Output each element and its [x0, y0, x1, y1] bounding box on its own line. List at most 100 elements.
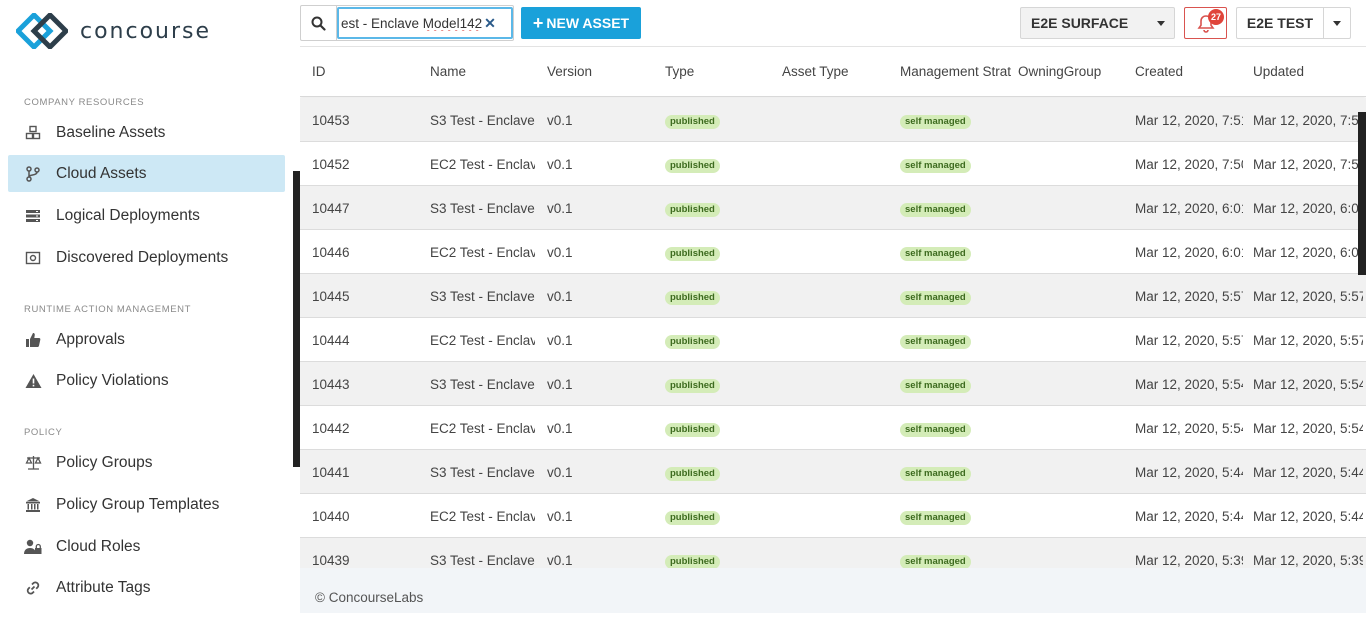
table-row[interactable]: 10443 S3 Test - Enclave M v0.1 published sel…	[300, 362, 1366, 406]
management-badge: self managed	[900, 247, 971, 261]
cell-version: v0.1	[547, 509, 573, 524]
column-header-type[interactable]: Type	[665, 64, 694, 79]
column-header-name[interactable]: Name	[430, 64, 466, 79]
management-badge: self managed	[900, 379, 971, 393]
sidebar-item-policy-violations[interactable]: Policy Violations	[8, 362, 285, 399]
cell-created: Mar 12, 2020, 6:01	[1135, 201, 1243, 216]
cell-created: Mar 12, 2020, 5:57	[1135, 289, 1243, 304]
sidebar-item-cloud-roles[interactable]: Cloud Roles	[8, 528, 285, 565]
cell-created: Mar 12, 2020, 6:01	[1135, 245, 1243, 260]
thumbs-up-icon	[24, 331, 42, 349]
plus-icon: +	[532, 12, 544, 33]
cell-version: v0.1	[547, 465, 573, 480]
management-badge: self managed	[900, 511, 971, 525]
new-asset-label: NEW ASSET	[546, 15, 630, 31]
chevron-down-icon	[1157, 21, 1165, 26]
column-header-created[interactable]: Created	[1135, 64, 1183, 79]
table-row[interactable]: 10446 EC2 Test - Enclave v0.1 published self…	[300, 230, 1366, 274]
cell-name[interactable]: EC2 Test - Enclave	[430, 333, 535, 348]
cell-updated: Mar 12, 2020, 5:54	[1253, 421, 1363, 436]
user-lock-icon	[24, 538, 42, 556]
cubes-icon	[24, 124, 42, 142]
table-row[interactable]: 10447 S3 Test - Enclave M v0.1 published sel…	[300, 186, 1366, 230]
type-badge: published	[665, 555, 720, 568]
cell-created: Mar 12, 2020, 5:39	[1135, 553, 1243, 568]
column-header-version[interactable]: Version	[547, 64, 592, 79]
table-row[interactable]: 10453 S3 Test - Enclave M v0.1 published sel…	[300, 98, 1366, 142]
type-badge: published	[665, 115, 720, 129]
column-header-asset-type[interactable]: Asset Type	[782, 64, 849, 79]
cell-name[interactable]: S3 Test - Enclave M	[430, 465, 535, 480]
surface-dropdown[interactable]: E2E SURFACE	[1020, 7, 1175, 39]
sidebar: concourse COMPANY RESOURCES Baseline Ass…	[0, 0, 300, 613]
type-badge: published	[665, 203, 720, 217]
cell-name[interactable]: EC2 Test - Enclave	[430, 245, 535, 260]
table-scrollbar[interactable]	[1358, 112, 1366, 275]
concourse-logo-icon	[16, 13, 68, 49]
cell-version: v0.1	[547, 553, 573, 568]
cell-name[interactable]: EC2 Test - Enclave	[430, 509, 535, 524]
sidebar-item-baseline-assets[interactable]: Baseline Assets	[8, 114, 285, 151]
clear-search-icon[interactable]: ✕	[484, 15, 496, 32]
brand-logo[interactable]: concourse	[16, 12, 211, 50]
table-header: ID Name Version Type Asset Type Manageme…	[300, 47, 1366, 97]
user-menu[interactable]: E2E TEST	[1236, 7, 1351, 39]
cell-version: v0.1	[547, 113, 573, 128]
cell-created: Mar 12, 2020, 7:50	[1135, 157, 1243, 172]
new-asset-button[interactable]: + NEW ASSET	[521, 7, 641, 39]
sidebar-item-policy-groups[interactable]: Policy Groups	[8, 444, 285, 481]
section-title-runtime-action-management: RUNTIME ACTION MANAGEMENT	[24, 304, 192, 315]
column-header-id[interactable]: ID	[312, 64, 326, 79]
table-row[interactable]: 10444 EC2 Test - Enclave v0.1 published self…	[300, 318, 1366, 362]
cell-version: v0.1	[547, 245, 573, 260]
table-row[interactable]: 10440 EC2 Test - Enclave v0.1 published self…	[300, 494, 1366, 538]
type-badge: published	[665, 159, 720, 173]
sidebar-item-policy-group-templates[interactable]: Policy Group Templates	[8, 486, 285, 523]
column-header-updated[interactable]: Updated	[1253, 64, 1304, 79]
management-badge: self managed	[900, 555, 971, 568]
cell-name[interactable]: S3 Test - Enclave M	[430, 113, 535, 128]
table-row[interactable]: 10441 S3 Test - Enclave M v0.1 published sel…	[300, 450, 1366, 494]
table-row[interactable]: 10442 EC2 Test - Enclave v0.1 published self…	[300, 406, 1366, 450]
assets-table: ID Name Version Type Asset Type Manageme…	[300, 46, 1366, 568]
section-title-policy: POLICY	[24, 427, 63, 438]
sidebar-item-discovered-deployments[interactable]: Discovered Deployments	[8, 239, 285, 276]
cell-version: v0.1	[547, 157, 573, 172]
table-body: 10453 S3 Test - Enclave M v0.1 published sel…	[300, 98, 1366, 568]
sidebar-item-label: Policy Group Templates	[56, 495, 220, 513]
cell-name[interactable]: S3 Test - Enclave M	[430, 553, 535, 568]
sidebar-item-attribute-tags[interactable]: Attribute Tags	[8, 569, 285, 606]
column-header-management-strategy[interactable]: Management Strat	[900, 64, 1012, 79]
cell-updated: Mar 12, 2020, 5:44	[1253, 465, 1363, 480]
top-bar: est - Enclave Model142 ✕ + NEW ASSET E2E…	[300, 0, 1366, 46]
cell-updated: Mar 12, 2020, 7:50	[1253, 157, 1363, 172]
link-icon	[24, 579, 42, 597]
notifications-button[interactable]: 27	[1184, 7, 1227, 39]
search-button[interactable]	[301, 6, 337, 40]
server-icon	[24, 207, 42, 225]
table-row[interactable]: 10445 S3 Test - Enclave M v0.1 published sel…	[300, 274, 1366, 318]
sidebar-item-logical-deployments[interactable]: Logical Deployments	[8, 197, 285, 234]
table-row[interactable]: 10439 S3 Test - Enclave M v0.1 published sel…	[300, 538, 1366, 568]
management-badge: self managed	[900, 115, 971, 129]
sidebar-item-cloud-assets[interactable]: Cloud Assets	[8, 155, 285, 192]
table-row[interactable]: 10452 EC2 Test - Enclave v0.1 published self…	[300, 142, 1366, 186]
management-badge: self managed	[900, 291, 971, 305]
cell-name[interactable]: S3 Test - Enclave M	[430, 289, 535, 304]
column-header-owning-group[interactable]: OwningGroup	[1018, 64, 1101, 79]
management-badge: self managed	[900, 203, 971, 217]
cell-name[interactable]: S3 Test - Enclave M	[430, 201, 535, 216]
search-input[interactable]: est - Enclave Model142 ✕	[337, 7, 513, 39]
cell-version: v0.1	[547, 289, 573, 304]
chevron-down-icon	[1333, 20, 1341, 26]
user-menu-label[interactable]: E2E TEST	[1237, 8, 1324, 38]
sidebar-item-approvals[interactable]: Approvals	[8, 321, 285, 358]
sidebar-scrollbar[interactable]	[293, 171, 300, 467]
user-menu-caret[interactable]	[1324, 20, 1350, 26]
cell-name[interactable]: EC2 Test - Enclave	[430, 157, 535, 172]
cell-name[interactable]: EC2 Test - Enclave	[430, 421, 535, 436]
cell-name[interactable]: S3 Test - Enclave M	[430, 377, 535, 392]
warning-icon	[24, 372, 42, 390]
cell-created: Mar 12, 2020, 5:44	[1135, 509, 1243, 524]
sidebar-item-label: Logical Deployments	[56, 206, 200, 224]
